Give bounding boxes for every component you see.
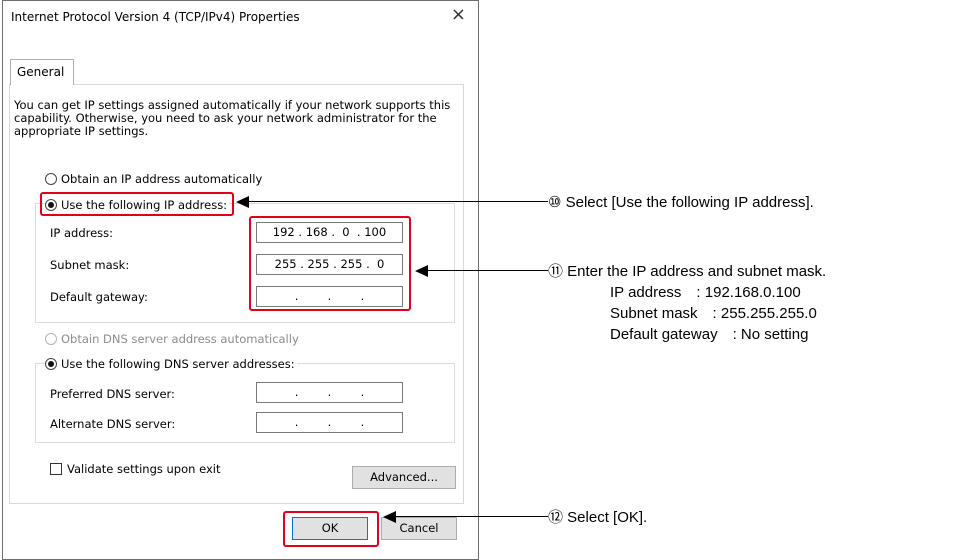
- annotation-step11-gateway: Default gateway : No setting: [610, 326, 809, 343]
- alternate-dns-label: Alternate DNS server:: [50, 417, 176, 431]
- tab-general-label: General: [17, 65, 65, 79]
- highlight-use-following-ip: [40, 192, 234, 216]
- arrow-step11: [415, 265, 548, 277]
- arrow-step12: [383, 511, 548, 523]
- arrow-head-icon: [236, 196, 249, 208]
- advanced-button[interactable]: Advanced...: [352, 466, 456, 489]
- arrow-head-icon: [383, 511, 396, 523]
- annotation-step11-subnet: Subnet mask : 255.255.255.0: [610, 305, 817, 322]
- obtain-ip-auto-label: Obtain an IP address automatically: [61, 172, 263, 186]
- highlight-ip-subnet-fields: [249, 216, 411, 311]
- radio-off-icon: [45, 173, 57, 185]
- arrow-step10: [236, 196, 548, 208]
- radio-off-icon: [45, 333, 57, 345]
- obtain-dns-auto-label: Obtain DNS server address automatically: [61, 332, 299, 346]
- dialog-title: Internet Protocol Version 4 (TCP/IPv4) P…: [11, 10, 300, 24]
- tab-general[interactable]: General: [10, 59, 74, 85]
- arrow-head-icon: [415, 265, 428, 277]
- ip-address-label: IP address:: [50, 226, 114, 240]
- preferred-dns-label: Preferred DNS server:: [50, 387, 175, 401]
- use-following-dns-label: Use the following DNS server addresses:: [61, 357, 295, 371]
- preferred-dns-field[interactable]: . . .: [256, 382, 403, 403]
- title-bar: Internet Protocol Version 4 (TCP/IPv4) P…: [3, 1, 478, 31]
- use-following-dns-radio[interactable]: Use the following DNS server addresses:: [45, 357, 297, 371]
- annotation-step11: ⑪ Enter the IP address and subnet mask.: [548, 263, 827, 280]
- annotation-step10: ⑩ Select [Use the following IP address].: [548, 194, 814, 211]
- close-icon[interactable]: ×: [451, 5, 466, 25]
- highlight-ok-button: [283, 511, 379, 547]
- obtain-ip-auto-radio[interactable]: Obtain an IP address automatically: [45, 172, 262, 186]
- intro-text: You can get IP settings assigned automat…: [14, 98, 451, 138]
- validate-checkbox[interactable]: [50, 463, 62, 475]
- radio-on-icon: [45, 358, 57, 370]
- annotation-step11-ip: IP address : 192.168.0.100: [610, 284, 801, 301]
- subnet-mask-label: Subnet mask:: [50, 258, 130, 272]
- annotation-step12: ⑫ Select [OK].: [548, 509, 648, 526]
- obtain-dns-auto-radio[interactable]: Obtain DNS server address automatically: [45, 332, 299, 346]
- validate-label: Validate settings upon exit: [67, 462, 221, 476]
- alternate-dns-field[interactable]: . . .: [256, 412, 403, 433]
- default-gateway-label: Default gateway:: [50, 290, 148, 304]
